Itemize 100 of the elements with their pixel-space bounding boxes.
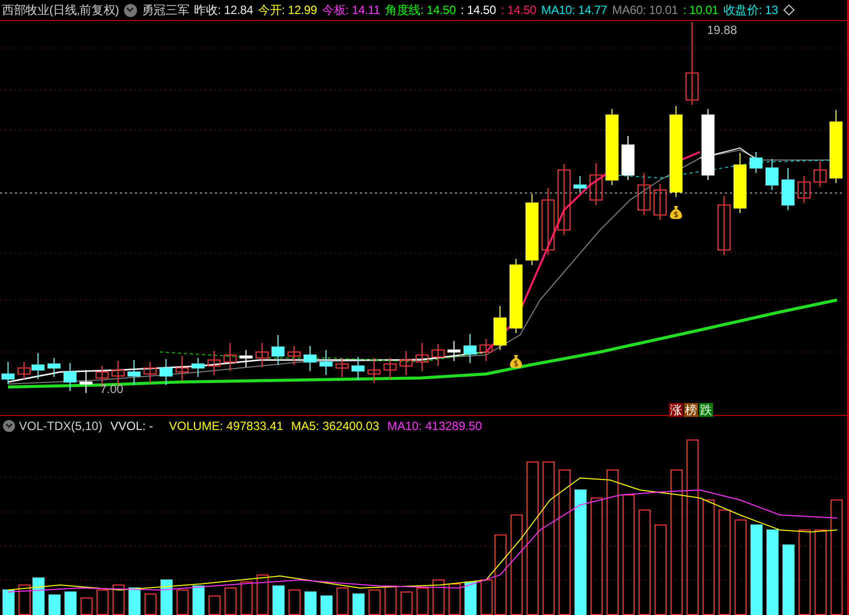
candlestick bbox=[320, 350, 332, 376]
volume-bar bbox=[384, 586, 396, 615]
indicator-value: MA10: 14.77 bbox=[541, 2, 608, 19]
indicator-value: : 10.01 bbox=[683, 2, 718, 19]
candlestick bbox=[464, 334, 476, 364]
volume-bar bbox=[128, 588, 140, 615]
candlestick bbox=[144, 362, 156, 384]
volume-bar bbox=[304, 592, 316, 615]
volume-bar bbox=[176, 590, 188, 615]
volume-bar bbox=[112, 584, 124, 615]
volume-value: VVOL: - bbox=[110, 418, 154, 434]
volume-bar bbox=[64, 592, 76, 615]
candlestick bbox=[718, 196, 730, 256]
candlestick bbox=[192, 358, 204, 378]
candlestick bbox=[288, 346, 300, 366]
candlestick bbox=[448, 340, 460, 362]
candlestick bbox=[64, 362, 76, 392]
volume-bar bbox=[448, 584, 460, 615]
volume-bar bbox=[32, 578, 44, 615]
candlestick bbox=[176, 356, 188, 382]
candlestick bbox=[416, 342, 428, 372]
candlestick bbox=[112, 360, 124, 386]
volume-bar bbox=[160, 580, 172, 615]
indicator-value: 角度线: 14.50 bbox=[384, 2, 456, 19]
candlestick bbox=[432, 344, 444, 366]
candlestick bbox=[750, 152, 762, 174]
money-bag-icon bbox=[509, 354, 523, 369]
volume-bar bbox=[288, 590, 300, 615]
candlestick bbox=[352, 356, 364, 380]
volume-bar bbox=[208, 596, 220, 615]
volume-bar bbox=[352, 594, 364, 615]
volume-bar bbox=[2, 590, 14, 615]
candlestick bbox=[702, 108, 714, 180]
low-price-label: 7.00 bbox=[100, 381, 124, 398]
volume-indicator-name: VOL-TDX(5,10) bbox=[19, 418, 102, 434]
volume-bar bbox=[18, 584, 30, 615]
rank-tag[interactable]: 榜 bbox=[684, 403, 698, 417]
indicator-value: 今板: 14.11 bbox=[322, 2, 380, 19]
indicator-value: 昨收: 12.84 bbox=[194, 2, 254, 19]
candlestick bbox=[814, 160, 826, 188]
volume-bar bbox=[240, 582, 252, 615]
volume-bar bbox=[480, 580, 492, 615]
volume-bar bbox=[464, 582, 476, 615]
volume-value: MA10: 413289.50 bbox=[387, 418, 482, 434]
indicator-name: 勇冠三军 bbox=[142, 2, 190, 19]
candlestick bbox=[798, 176, 810, 204]
candlestick bbox=[128, 360, 140, 386]
candlestick bbox=[2, 362, 14, 384]
candlestick bbox=[638, 172, 650, 216]
chart-title: 西部牧业(日线,前复权) bbox=[2, 2, 119, 19]
candlestick bbox=[48, 358, 60, 378]
volume-bar bbox=[224, 588, 236, 615]
candlestick bbox=[160, 358, 172, 386]
volume-bar bbox=[48, 594, 60, 615]
candlestick bbox=[558, 164, 570, 236]
candlestick bbox=[208, 350, 220, 376]
candlestick bbox=[782, 168, 794, 210]
candlestick bbox=[256, 342, 268, 368]
candlestick bbox=[590, 162, 602, 206]
dropdown-icon[interactable] bbox=[124, 4, 137, 16]
volume-bar bbox=[272, 586, 284, 615]
volume-bar bbox=[400, 592, 412, 615]
volume-value: MA5: 362400.03 bbox=[291, 418, 380, 434]
candlestick bbox=[384, 358, 396, 380]
volume-bar bbox=[782, 544, 794, 615]
indicator-value: : 14.50 bbox=[460, 2, 496, 19]
candlestick bbox=[526, 194, 538, 266]
money-bag-icon bbox=[669, 205, 683, 220]
rank-tag[interactable]: 跌 bbox=[699, 403, 713, 417]
candlestick bbox=[400, 350, 412, 376]
candlestick bbox=[240, 350, 252, 368]
volume-bar bbox=[80, 598, 92, 615]
volume-bar bbox=[416, 588, 428, 615]
candlestick bbox=[336, 358, 348, 378]
volume-value: VOLUME: 497833.41 bbox=[169, 418, 284, 434]
candlestick bbox=[368, 358, 380, 384]
volume-bar bbox=[144, 594, 156, 615]
rank-tag[interactable]: 涨 bbox=[669, 403, 683, 417]
volume-bar bbox=[320, 596, 332, 615]
indicator-value: MA60: 10.01 bbox=[612, 2, 678, 19]
candlestick bbox=[654, 184, 666, 220]
volume-bar bbox=[336, 588, 348, 615]
volume-bar bbox=[432, 580, 444, 615]
candlestick bbox=[304, 346, 316, 372]
volume-bar bbox=[256, 574, 268, 615]
volume-bar bbox=[96, 590, 108, 615]
candlestick bbox=[542, 188, 554, 256]
high-price-label: 19.88 bbox=[707, 22, 738, 39]
indicator-value: : 14.50 bbox=[500, 2, 536, 19]
candlestick bbox=[574, 176, 586, 194]
candlestick bbox=[224, 342, 236, 372]
volume-bar bbox=[368, 590, 380, 615]
candlestick bbox=[734, 152, 746, 214]
indicator-value: 收盘价: 13 bbox=[723, 2, 778, 19]
candlestick bbox=[622, 136, 634, 180]
candlestick bbox=[766, 158, 778, 190]
dropdown-icon[interactable] bbox=[3, 420, 15, 432]
volume-bar bbox=[192, 586, 204, 615]
candlestick bbox=[80, 370, 92, 394]
indicator-value: 今开: 12.99 bbox=[258, 2, 317, 19]
